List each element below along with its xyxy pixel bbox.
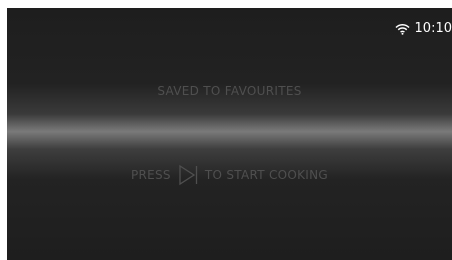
oven-display-screen: 10:10 SAVED TO FAVOURITES PRESS TO START…: [7, 8, 452, 260]
status-bar: 10:10: [394, 21, 452, 36]
wifi-icon: [394, 23, 410, 35]
play-icon: [177, 164, 199, 186]
saved-to-favourites-message: SAVED TO FAVOURITES: [157, 84, 302, 98]
to-start-cooking-label: TO START COOKING: [204, 168, 329, 182]
start-cooking-instruction: PRESS TO START COOKING: [7, 164, 452, 186]
clock-time: 10:10: [414, 21, 452, 36]
press-label: PRESS: [130, 168, 171, 182]
